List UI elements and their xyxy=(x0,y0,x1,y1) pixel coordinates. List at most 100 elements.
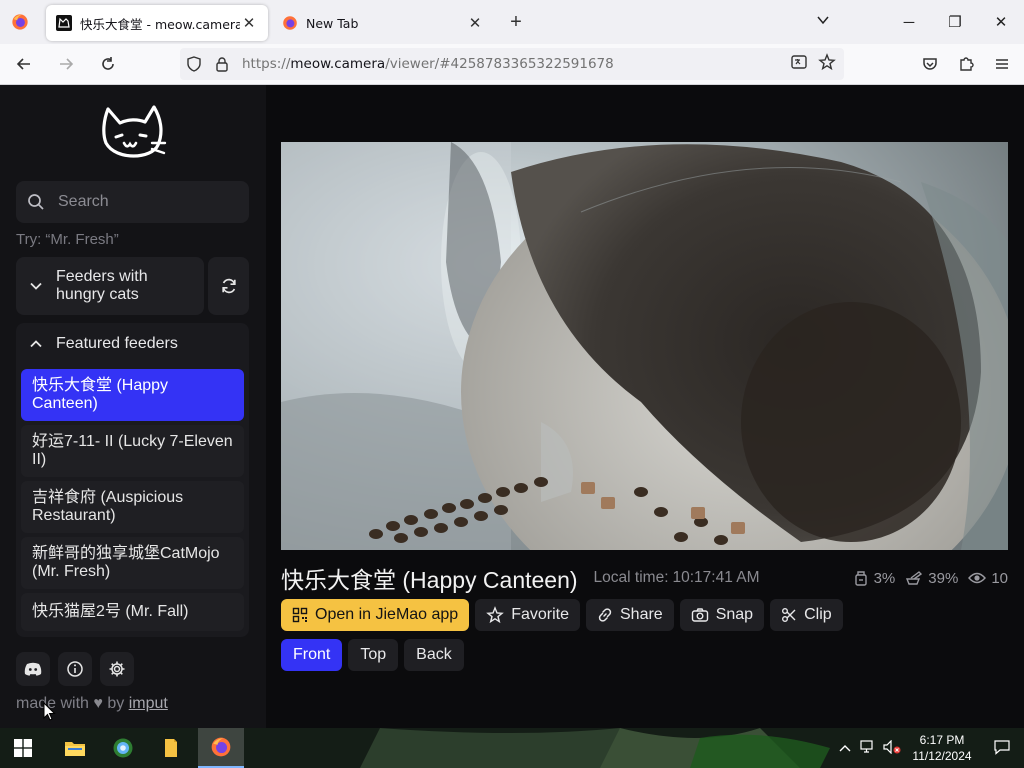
eye-icon xyxy=(968,572,987,584)
snap-button[interactable]: Snap xyxy=(679,599,765,631)
view-front-button[interactable]: Front xyxy=(281,639,343,671)
globe-app-icon xyxy=(113,738,133,758)
open-in-app-button[interactable]: Open in JieMao app xyxy=(281,599,470,631)
network-icon[interactable] xyxy=(856,739,880,757)
feeder-item-mr-fall[interactable]: 快乐猫屋2号 (Mr. Fall) xyxy=(21,593,244,631)
feeder-stats: 3% 39% 10 xyxy=(853,570,1008,587)
bookmark-star-icon[interactable] xyxy=(818,52,836,76)
qr-code-icon xyxy=(292,607,308,623)
featured-feeders-toggle[interactable]: Featured feeders xyxy=(16,323,249,365)
notifications-icon[interactable] xyxy=(980,739,1024,758)
list-all-tabs-chevron-icon[interactable] xyxy=(800,13,846,31)
clip-button[interactable]: Clip xyxy=(770,599,843,631)
tab-title: New Tab xyxy=(306,15,359,31)
search-input[interactable] xyxy=(58,193,238,211)
camera-video-feed[interactable] xyxy=(281,142,1008,550)
taskbar-network-app[interactable] xyxy=(100,728,146,768)
browser-tab-bar: 快乐大食堂 - meow.camera ✕ New Tab ✕ + ─ ❐ ✕ xyxy=(0,0,1024,44)
battery-level-value: 39% xyxy=(928,569,959,587)
start-button[interactable] xyxy=(0,728,46,768)
food-level-value: 3% xyxy=(873,569,896,587)
refresh-button[interactable] xyxy=(208,257,249,315)
local-time-value: 10:17:41 AM xyxy=(672,569,760,586)
restore-window-icon[interactable]: ❐ xyxy=(932,13,978,31)
favorite-button[interactable]: Favorite xyxy=(475,599,580,631)
action-buttons: Open in JieMao app Favorite Share Snap C… xyxy=(281,599,843,631)
close-tab-icon[interactable]: ✕ xyxy=(240,14,258,32)
chevron-down-icon xyxy=(16,279,56,293)
address-bar[interactable]: https://meow.camera/viewer/#425878336532… xyxy=(180,48,844,80)
favorite-label: Favorite xyxy=(511,606,569,623)
share-button[interactable]: Share xyxy=(586,599,674,631)
tracking-protection-shield-icon[interactable] xyxy=(180,48,208,80)
mouse-cursor-icon xyxy=(43,702,56,721)
settings-gear-icon[interactable] xyxy=(100,652,134,686)
sidebar: Try: “Mr. Fresh” Feeders with hungry cat… xyxy=(0,85,266,728)
viewer-main: 快乐大食堂 (Happy Canteen) Local time: 10:17:4… xyxy=(266,85,1024,728)
tab-meow-camera[interactable]: 快乐大食堂 - meow.camera ✕ xyxy=(46,5,268,41)
share-label: Share xyxy=(620,606,663,623)
feeder-item-mr-fresh[interactable]: 新鲜哥的独享城堡CatMojo (Mr. Fresh) xyxy=(21,537,244,589)
show-hidden-icons-chevron-icon[interactable] xyxy=(834,741,856,755)
author-link[interactable]: imput xyxy=(129,695,168,712)
notepad-icon xyxy=(165,739,177,757)
url-text: https://meow.camera/viewer/#425878336532… xyxy=(242,56,614,72)
taskbar-file-explorer[interactable] xyxy=(52,728,98,768)
camera-view-selector: Front Top Back xyxy=(281,639,464,671)
hamburger-menu-icon[interactable] xyxy=(988,48,1016,80)
local-time: Local time: 10:17:41 AM xyxy=(594,569,760,587)
volume-muted-icon[interactable] xyxy=(880,739,904,757)
reload-icon[interactable] xyxy=(90,48,126,80)
by-text: by xyxy=(107,695,125,712)
taskbar-firefox[interactable] xyxy=(198,728,244,768)
snap-label: Snap xyxy=(715,606,754,623)
browser-nav-bar: https://meow.camera/viewer/#425878336532… xyxy=(0,44,1024,85)
discord-icon[interactable] xyxy=(16,652,50,686)
firefox-favicon-icon xyxy=(282,15,298,31)
forward-arrow-icon[interactable] xyxy=(48,48,84,80)
taskbar-clock[interactable]: 6:17 PM 11/12/2024 xyxy=(904,732,980,764)
search-box[interactable] xyxy=(16,181,249,223)
group-title: Feeders with hungry cats xyxy=(56,268,148,303)
firefox-view-button[interactable] xyxy=(0,0,40,44)
feeder-item-happy-canteen[interactable]: 快乐大食堂 (Happy Canteen) xyxy=(21,369,244,421)
taskbar-notes-app[interactable] xyxy=(148,728,194,768)
battery-stat: 39% xyxy=(905,570,958,587)
minimize-window-icon[interactable]: ─ xyxy=(886,14,932,31)
tab-title: 快乐大食堂 - meow.camera xyxy=(80,16,240,32)
clip-label: Clip xyxy=(804,606,832,623)
translate-page-icon[interactable] xyxy=(790,53,808,76)
info-icon[interactable] xyxy=(58,652,92,686)
pocket-icon[interactable] xyxy=(916,48,944,80)
sidebar-footer-icons xyxy=(16,652,134,686)
feeder-item-lucky-7-eleven[interactable]: 好运7-11- II (Lucky 7-Eleven II) xyxy=(21,425,244,477)
feeder-title: 快乐大食堂 (Happy Canteen) xyxy=(281,567,578,593)
camera-icon xyxy=(691,608,708,622)
folder-icon xyxy=(65,742,85,756)
viewers-stat: 10 xyxy=(968,570,1008,587)
close-window-icon[interactable]: ✕ xyxy=(978,13,1024,31)
chevron-up-icon xyxy=(16,337,56,351)
featured-feeders-group: Featured feeders 快乐大食堂 (Happy Canteen) 好… xyxy=(16,323,249,637)
heart-icon: ♥ xyxy=(93,695,103,712)
windows-taskbar: 6:17 PM 11/12/2024 xyxy=(0,728,1024,768)
clock-time: 6:17 PM xyxy=(919,733,965,747)
clock-date: 11/12/2024 xyxy=(912,749,972,763)
tab-new-tab[interactable]: New Tab ✕ xyxy=(272,5,494,41)
viewers-count: 10 xyxy=(991,569,1008,587)
close-tab-icon[interactable]: ✕ xyxy=(466,14,484,32)
meow-camera-logo[interactable] xyxy=(98,103,168,165)
cat-favicon-icon xyxy=(56,15,72,31)
back-arrow-icon[interactable] xyxy=(6,48,42,80)
firefox-icon xyxy=(211,737,231,757)
lock-icon[interactable] xyxy=(208,48,236,80)
view-top-button[interactable]: Top xyxy=(348,639,399,671)
hungry-cats-group-toggle[interactable]: Feeders with hungry cats xyxy=(16,257,204,315)
local-time-label: Local time: xyxy=(593,569,669,586)
windows-logo-icon xyxy=(14,739,32,757)
feeder-item-auspicious-restaurant[interactable]: 吉祥食府 (Auspicious Restaurant) xyxy=(21,481,244,533)
new-tab-plus-icon[interactable]: + xyxy=(502,11,530,34)
extensions-puzzle-icon[interactable] xyxy=(952,48,980,80)
search-icon xyxy=(16,193,56,211)
view-back-button[interactable]: Back xyxy=(404,639,464,671)
